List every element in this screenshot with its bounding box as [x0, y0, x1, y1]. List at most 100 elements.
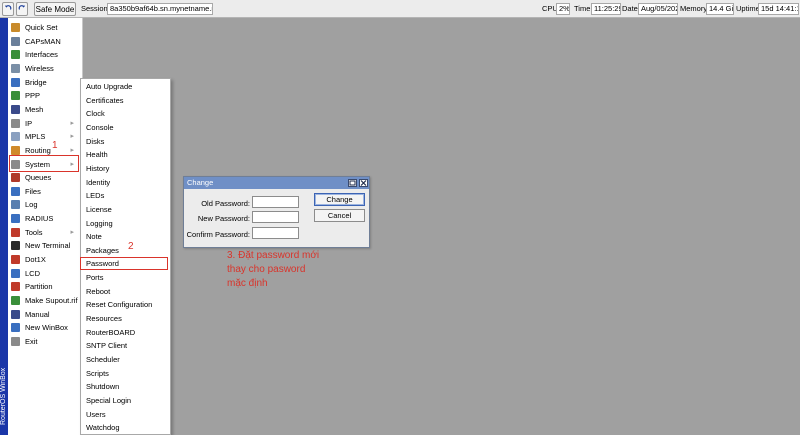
left-menu-item-interfaces[interactable]: Interfaces: [8, 48, 83, 61]
undo-icon: [4, 4, 12, 14]
safe-mode-button[interactable]: Safe Mode: [34, 2, 76, 16]
left-menu-item-radius[interactable]: RADIUS: [8, 212, 83, 225]
left-menu-item-quick-set[interactable]: Quick Set: [8, 21, 83, 34]
left-menu-item-label: Routing: [25, 145, 51, 155]
confirm-password-input[interactable]: [252, 227, 299, 239]
maximize-button[interactable]: [348, 179, 357, 187]
redo-button[interactable]: [16, 2, 28, 16]
submenu-item-routerboard[interactable]: RouterBOARD: [81, 326, 170, 339]
submenu-item-reboot[interactable]: Reboot: [81, 285, 170, 298]
old-password-input[interactable]: [252, 196, 299, 208]
interfaces-icon: [11, 50, 20, 60]
session-field[interactable]: 8a350b9af64b.sn.mynetname.net: [107, 3, 213, 15]
left-menu-item-wireless[interactable]: Wireless: [8, 62, 83, 75]
change-password-dialog: Change Old Password: New Password: Confi…: [183, 176, 370, 248]
submenu-item-console[interactable]: Console: [81, 121, 170, 134]
submenu-item-scripts[interactable]: Scripts: [81, 367, 170, 380]
submenu-item-leds[interactable]: LEDs: [81, 189, 170, 202]
left-menu-item-new-terminal[interactable]: New Terminal: [8, 239, 83, 252]
terminal-icon: [11, 241, 20, 251]
change-button[interactable]: Change: [314, 193, 365, 206]
new-password-input[interactable]: [252, 211, 299, 223]
submenu-item-auto-upgrade[interactable]: Auto Upgrade: [81, 80, 170, 93]
submenu-item-watchdog[interactable]: Watchdog: [81, 421, 170, 434]
submenu-item-ports[interactable]: Ports: [81, 271, 170, 284]
step-3-line2: thay cho pasword: [227, 264, 306, 275]
left-menu-item-make-supout-rif[interactable]: Make Supout.rif: [8, 294, 83, 307]
uptime-value: 15d 14:41:17: [758, 3, 799, 15]
left-menu-item-tools[interactable]: Tools ▸: [8, 226, 83, 239]
left-menu-item-ip[interactable]: IP ▸: [8, 117, 83, 130]
left-menu-item-label: Wireless: [25, 63, 54, 73]
submenu-item-scheduler[interactable]: Scheduler: [81, 353, 170, 366]
memory-value: 14.4 GiB: [706, 3, 734, 15]
left-menu-item-label: CAPsMAN: [25, 36, 61, 46]
left-menu-item-label: IP: [25, 118, 33, 128]
left-menu-item-queues[interactable]: Queues: [8, 171, 83, 184]
submenu-item-clock[interactable]: Clock: [81, 107, 170, 120]
session-label: Session:: [81, 4, 110, 13]
capsman-icon: [11, 36, 20, 46]
left-menu-item-label: Log: [25, 200, 38, 210]
left-menu-item-dot1x[interactable]: Dot1X: [8, 253, 83, 266]
time-label: Time:: [574, 4, 593, 13]
submenu-item-identity[interactable]: Identity: [81, 176, 170, 189]
left-menu-item-bridge[interactable]: Bridge: [8, 76, 83, 89]
left-menu-item-log[interactable]: Log: [8, 198, 83, 211]
left-menu-item-label: Exit: [25, 336, 38, 346]
supout-icon: [11, 296, 20, 305]
step-2-label: 2: [128, 241, 134, 252]
left-menu-item-new-winbox[interactable]: New WinBox: [8, 321, 83, 334]
left-menu-item-label: PPP: [25, 91, 41, 101]
radius-icon: [11, 214, 20, 224]
submenu-item-shutdown[interactable]: Shutdown: [81, 380, 170, 393]
submenu-item-note[interactable]: Note: [81, 230, 170, 243]
left-menu-item-label: Interfaces: [25, 50, 58, 60]
submenu-arrow-icon: ▸: [70, 119, 74, 127]
close-button[interactable]: [359, 179, 368, 187]
left-menu-item-label: Queues: [25, 173, 52, 183]
log-icon: [11, 200, 20, 210]
left-menu-item-label: Partition: [25, 282, 53, 292]
close-icon: [360, 180, 367, 188]
left-menu-item-exit[interactable]: Exit: [8, 335, 83, 348]
submenu-item-license[interactable]: License: [81, 203, 170, 216]
time-value: 11:25:29: [591, 3, 621, 15]
submenu-item-logging[interactable]: Logging: [81, 217, 170, 230]
cancel-button[interactable]: Cancel: [314, 209, 365, 222]
dialog-title-bar: Change: [184, 177, 369, 189]
submenu-item-users[interactable]: Users: [81, 408, 170, 421]
submenu-item-health[interactable]: Health: [81, 148, 170, 161]
mpls-icon: [11, 132, 20, 142]
left-menu-item-capsman[interactable]: CAPsMAN: [8, 35, 83, 48]
submenu-item-resources[interactable]: Resources: [81, 312, 170, 325]
left-menu: Quick Set CAPsMAN Interfaces Wireless Bridge…: [8, 18, 83, 435]
maximize-icon: [349, 180, 356, 188]
undo-button[interactable]: [2, 2, 14, 16]
left-menu-item-lcd[interactable]: LCD: [8, 267, 83, 280]
left-menu-item-partition[interactable]: Partition: [8, 280, 83, 293]
left-menu-item-mesh[interactable]: Mesh: [8, 103, 83, 116]
left-menu-item-label: Quick Set: [25, 23, 58, 32]
left-menu-item-label: LCD: [25, 268, 41, 278]
top-toolbar: Safe Mode Session: 8a350b9af64b.sn.mynet…: [0, 0, 800, 18]
submenu-item-disks[interactable]: Disks: [81, 135, 170, 148]
step-3-line3: mặc định: [227, 278, 268, 289]
left-menu-item-label: MPLS: [25, 132, 46, 142]
submenu-item-special-login[interactable]: Special Login: [81, 394, 170, 407]
submenu-item-packages[interactable]: Packages: [81, 244, 170, 257]
submenu-item-certificates[interactable]: Certificates: [81, 94, 170, 107]
left-menu-item-files[interactable]: Files: [8, 185, 83, 198]
lcd-icon: [11, 268, 20, 278]
submenu-item-history[interactable]: History: [81, 162, 170, 175]
tools-icon: [11, 227, 20, 237]
submenu-item-sntp-client[interactable]: SNTP Client: [81, 339, 170, 352]
left-menu-item-mpls[interactable]: MPLS ▸: [8, 130, 83, 143]
submenu-item-reset-configuration[interactable]: Reset Configuration: [81, 298, 170, 311]
left-menu-item-manual[interactable]: Manual: [8, 308, 83, 321]
mesh-icon: [11, 104, 20, 114]
left-menu-item-label: Mesh: [25, 104, 44, 114]
left-menu-item-ppp[interactable]: PPP: [8, 89, 83, 102]
submenu-arrow-icon: ▸: [70, 146, 74, 154]
exit-icon: [11, 336, 20, 346]
